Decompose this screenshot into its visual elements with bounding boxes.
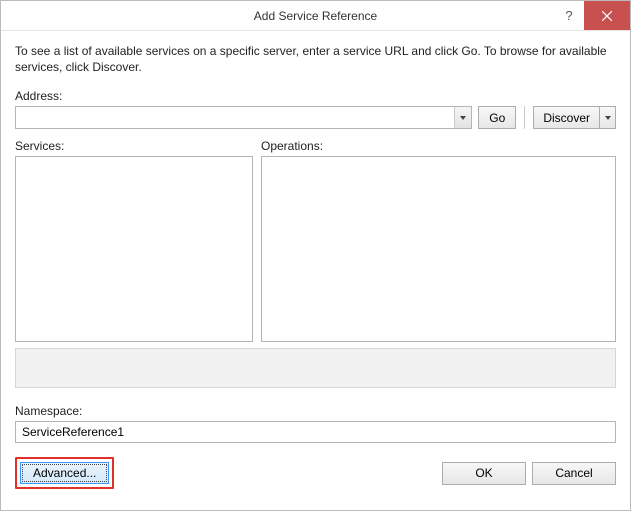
advanced-button[interactable]: Advanced...	[20, 462, 109, 484]
address-combobox[interactable]	[15, 106, 472, 129]
ok-button[interactable]: OK	[442, 462, 526, 485]
chevron-down-icon	[605, 116, 611, 120]
operations-listbox[interactable]	[261, 156, 616, 342]
chevron-down-icon	[460, 116, 466, 120]
services-listbox[interactable]	[15, 156, 253, 342]
close-button[interactable]	[584, 1, 630, 30]
address-input[interactable]	[16, 107, 454, 128]
operations-label: Operations:	[261, 139, 616, 153]
discover-button[interactable]: Discover	[533, 106, 600, 129]
instructions-text: To see a list of available services on a…	[15, 43, 616, 75]
titlebar: Add Service Reference ?	[1, 1, 630, 31]
address-label: Address:	[15, 89, 616, 103]
separator	[524, 106, 525, 129]
close-icon	[602, 11, 612, 21]
go-button[interactable]: Go	[478, 106, 516, 129]
address-dropdown-button[interactable]	[454, 107, 471, 128]
window-title: Add Service Reference	[1, 9, 630, 23]
status-area	[15, 348, 616, 388]
help-icon: ?	[565, 8, 572, 23]
cancel-button[interactable]: Cancel	[532, 462, 616, 485]
help-button[interactable]: ?	[554, 1, 584, 30]
services-label: Services:	[15, 139, 253, 153]
advanced-highlight: Advanced...	[15, 457, 114, 489]
discover-dropdown-button[interactable]	[600, 106, 616, 129]
namespace-input[interactable]	[15, 421, 616, 443]
namespace-label: Namespace:	[15, 404, 616, 418]
